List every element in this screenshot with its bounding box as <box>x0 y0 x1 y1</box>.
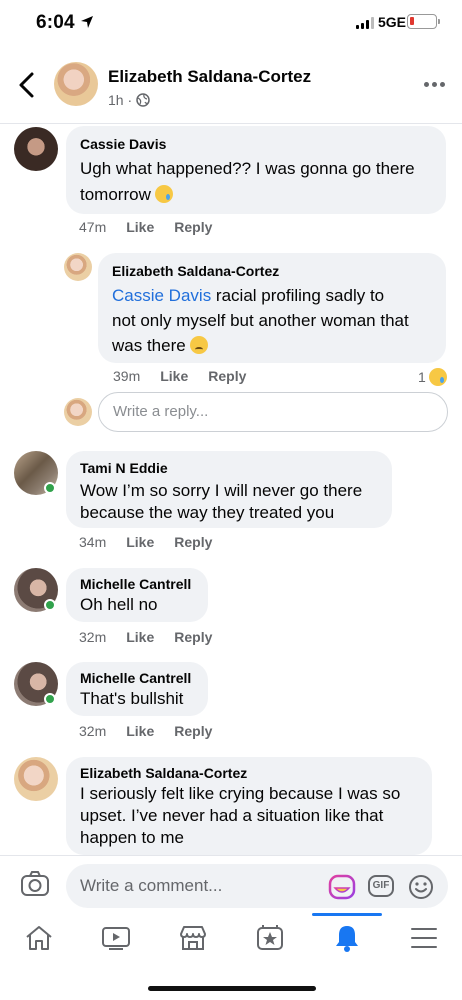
comment-bubble: Tami N Eddie Wow I’m so sorry I will nev… <box>66 451 392 528</box>
comment-author[interactable]: Michelle Cantrell <box>80 670 194 686</box>
crying-face-icon <box>428 368 447 386</box>
comment-time: 34m <box>79 534 107 550</box>
reply-text: Cassie Davis racial profiling sadly to no… <box>112 283 432 358</box>
comment-time: 32m <box>79 723 107 739</box>
comment-author[interactable]: Cassie Davis <box>80 136 432 152</box>
comment-bubble: Michelle Cantrell That's bullshit <box>66 662 208 716</box>
reply-text-line2: not only myself but another woman that <box>112 311 409 330</box>
comment-time: 32m <box>79 629 107 645</box>
globe-icon <box>136 93 150 107</box>
post-header: Elizabeth Saldana-Cortez 1h · <box>0 48 462 124</box>
reply-button[interactable]: Reply <box>174 629 212 645</box>
home-icon <box>25 926 52 950</box>
comment-author[interactable]: Michelle Cantrell <box>80 576 194 592</box>
gif-button[interactable]: GIF <box>368 875 394 897</box>
like-button[interactable]: Like <box>126 219 154 235</box>
like-button[interactable]: Like <box>126 723 154 739</box>
reply-actions: 39m Like Reply <box>113 368 246 384</box>
marketplace-icon <box>179 926 206 950</box>
like-button[interactable]: Like <box>126 534 154 550</box>
tab-watch[interactable] <box>77 913 154 963</box>
comment-time: 47m <box>79 219 107 235</box>
home-indicator[interactable] <box>148 986 316 991</box>
emoji-icon[interactable] <box>408 874 434 900</box>
reply-button[interactable]: Reply <box>208 368 246 384</box>
comment-actions: 32m Like Reply <box>79 629 212 645</box>
notification-bell-icon <box>335 926 358 952</box>
online-status-dot <box>44 482 56 494</box>
comment-text: That's bullshit <box>80 689 184 708</box>
reply-text-line3: was there <box>112 336 186 355</box>
menu-hamburger-icon <box>410 928 437 948</box>
comment-text: Wow I’m so sorry I will never go there b… <box>80 481 363 522</box>
my-avatar <box>64 398 92 426</box>
status-time: 6:04 <box>36 12 75 33</box>
reply-author-avatar[interactable] <box>64 253 92 281</box>
comment-bubble: Cassie Davis Ugh what happened?? I was g… <box>66 126 446 214</box>
reaction-count: 1 <box>418 369 426 385</box>
comment-text-content: Ugh what happened?? I was gonna go there… <box>80 159 415 204</box>
reply-button[interactable]: Reply <box>174 219 212 235</box>
post-author-avatar[interactable] <box>54 62 98 106</box>
tab-marketplace[interactable] <box>154 913 231 963</box>
tab-home[interactable] <box>0 913 77 963</box>
reply-text-line1: racial profiling sadly to <box>211 286 385 305</box>
reply-author[interactable]: Elizabeth Saldana-Cortez <box>112 263 432 279</box>
online-status-dot <box>44 599 56 611</box>
comment-actions: 32m Like Reply <box>79 723 212 739</box>
tab-favorites[interactable] <box>231 913 308 963</box>
battery-icon <box>407 14 437 29</box>
status-bar: 6:04 5GE <box>0 0 462 48</box>
mention-link[interactable]: Cassie Davis <box>112 286 211 305</box>
crying-face-icon <box>154 185 173 203</box>
comment-placeholder: Write a comment... <box>80 876 223 895</box>
reply-bubble: Elizabeth Saldana-Cortez Cassie Davis ra… <box>98 253 446 363</box>
reaction-summary[interactable]: 1 <box>418 368 447 386</box>
comment-text: Oh hell no <box>80 595 158 614</box>
reply-button[interactable]: Reply <box>174 723 212 739</box>
online-status-dot <box>44 693 56 705</box>
commenter-avatar[interactable] <box>14 757 58 801</box>
comment-bubble: Michelle Cantrell Oh hell no <box>66 568 208 622</box>
like-button[interactable]: Like <box>126 629 154 645</box>
post-author-name[interactable]: Elizabeth Saldana-Cortez <box>108 67 311 87</box>
comment-text: I seriously felt like crying because I w… <box>80 784 401 847</box>
comment-input[interactable]: Write a comment... GIF <box>66 864 448 908</box>
comment-actions: 34m Like Reply <box>79 534 212 550</box>
location-arrow-icon <box>81 16 93 28</box>
post-time[interactable]: 1h · <box>108 92 132 108</box>
comment-author[interactable]: Elizabeth Saldana-Cortez <box>80 765 418 781</box>
battery-cap <box>438 19 440 24</box>
more-options-icon[interactable] <box>424 82 445 87</box>
back-arrow-icon[interactable] <box>14 70 40 100</box>
watch-video-icon <box>101 927 130 950</box>
commenter-avatar[interactable] <box>14 127 58 171</box>
favorites-star-icon <box>256 925 283 950</box>
network-type: 5GE <box>378 14 407 30</box>
avatar-sticker-icon[interactable] <box>328 874 356 900</box>
tab-menu[interactable] <box>385 913 462 963</box>
reply-time: 39m <box>113 368 141 384</box>
comment-text: Ugh what happened?? I was gonna go there… <box>80 156 432 208</box>
disappointed-face-icon <box>189 336 208 354</box>
like-button[interactable]: Like <box>160 368 188 384</box>
reply-input[interactable]: Write a reply... <box>98 392 448 432</box>
signal-icon <box>356 17 374 29</box>
comment-author[interactable]: Tami N Eddie <box>80 460 378 476</box>
camera-icon[interactable] <box>20 870 50 898</box>
tab-notifications[interactable] <box>308 913 385 963</box>
comment-composer: Write a comment... GIF <box>0 855 462 913</box>
comment-bubble: Elizabeth Saldana-Cortez I seriously fel… <box>66 757 432 855</box>
comment-actions: 47m Like Reply <box>79 219 212 235</box>
reply-button[interactable]: Reply <box>174 534 212 550</box>
